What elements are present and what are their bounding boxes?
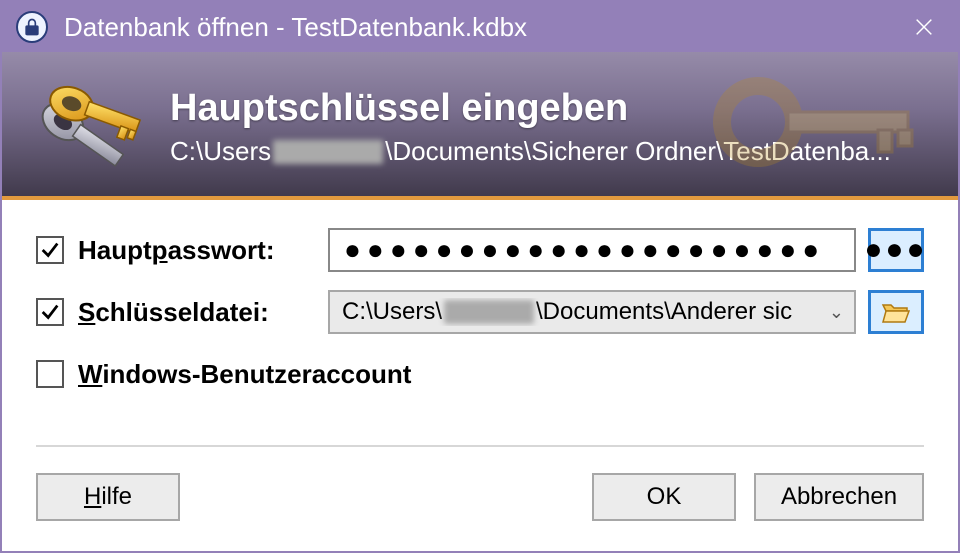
windows-account-checkbox[interactable]	[36, 360, 64, 388]
key-file-label: Schlüsseldatei:	[78, 297, 328, 328]
key-file-row: Schlüsseldatei: C:\Users\\Documents\Ande…	[36, 290, 924, 334]
cancel-button[interactable]: Abbrechen	[754, 473, 924, 521]
window-title: Datenbank öffnen - TestDatenbank.kdbx	[64, 12, 898, 43]
footer: Hilfe OK Abbrechen	[2, 447, 958, 551]
key-icon	[32, 69, 152, 179]
chevron-down-icon: ⌄	[829, 302, 844, 323]
redacted-username	[273, 140, 383, 164]
folder-open-icon	[881, 299, 911, 325]
path-prefix: C:\Users	[170, 136, 271, 167]
master-password-label: Hauptpasswort:	[78, 235, 328, 266]
check-icon	[39, 301, 61, 323]
windows-account-row: Windows-Benutzeraccount	[36, 352, 924, 396]
titlebar: Datenbank öffnen - TestDatenbank.kdbx	[2, 2, 958, 52]
key-file-checkbox[interactable]	[36, 298, 64, 326]
key-file-combobox[interactable]: C:\Users\\Documents\Anderer sic ⌄	[328, 290, 856, 334]
reveal-password-button[interactable]: ●●●	[868, 228, 924, 272]
dialog-window: Datenbank öffnen - TestDatenbank.kdbx	[0, 0, 960, 553]
master-password-input[interactable]	[328, 228, 856, 272]
close-icon	[913, 16, 935, 38]
master-password-checkbox[interactable]	[36, 236, 64, 264]
check-icon	[39, 239, 61, 261]
key-watermark-icon	[708, 62, 928, 187]
lock-icon	[16, 11, 48, 43]
windows-account-label: Windows-Benutzeraccount	[78, 359, 411, 390]
close-button[interactable]	[898, 2, 950, 52]
header-banner: Hauptschlüssel eingeben C:\Users\Documen…	[2, 52, 958, 200]
browse-key-file-button[interactable]	[868, 290, 924, 334]
master-password-row: Hauptpasswort: ●●●	[36, 228, 924, 272]
help-button[interactable]: Hilfe	[36, 473, 180, 521]
ok-button[interactable]: OK	[592, 473, 736, 521]
form-area: Hauptpasswort: ●●● Schlüsseldatei: C:\Us…	[2, 200, 958, 433]
key-file-value: C:\Users\\Documents\Anderer sic	[342, 298, 792, 326]
redacted-username	[444, 300, 534, 324]
